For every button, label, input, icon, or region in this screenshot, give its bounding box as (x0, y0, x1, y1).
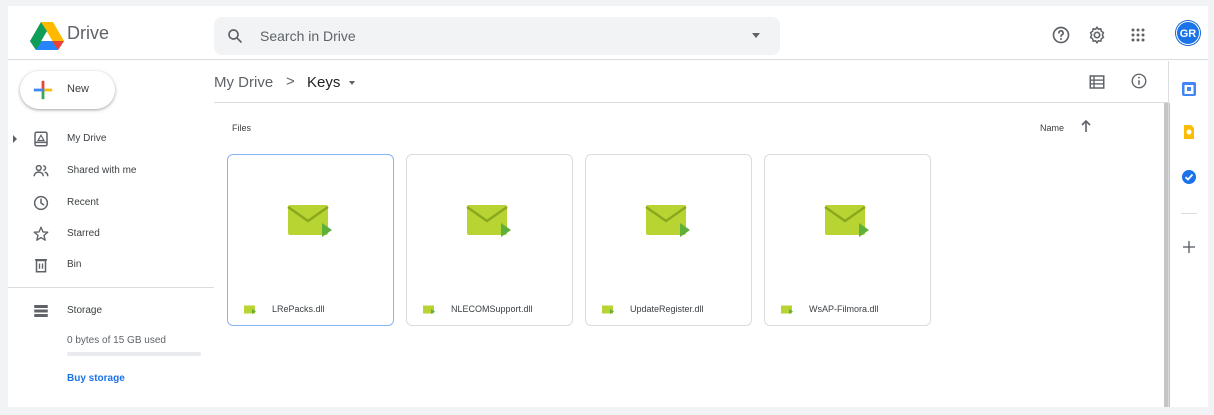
buy-storage-link[interactable]: Buy storage (67, 373, 125, 384)
sidebar-item-label: Recent (67, 197, 99, 208)
sidebar-item-label: Starred (67, 228, 100, 239)
expand-arrow-icon[interactable] (13, 135, 17, 143)
bin-icon (35, 259, 47, 273)
file-thumbnail (407, 155, 572, 287)
dll-file-icon (602, 305, 614, 314)
plus-icon (33, 80, 53, 100)
shared-icon (33, 164, 49, 177)
breadcrumb: My Drive > Keys (214, 61, 1168, 103)
sidebar-item-label: Bin (67, 259, 82, 270)
dll-file-large-icon (645, 205, 690, 237)
search-icon[interactable] (226, 27, 244, 45)
side-panel-rail (1168, 61, 1208, 407)
file-name: WsAP-Filmora.dll (809, 304, 879, 314)
sidebar-item-my-drive[interactable]: My Drive (8, 126, 208, 152)
file-name: NLECOMSupport.dll (451, 304, 533, 314)
storage-label: Storage (67, 305, 103, 316)
keep-icon[interactable] (1181, 124, 1197, 140)
list-view-icon[interactable] (1088, 74, 1106, 90)
gear-icon[interactable] (1087, 25, 1107, 45)
dll-file-icon (423, 305, 435, 314)
dll-file-large-icon (824, 205, 869, 237)
info-icon[interactable] (1130, 72, 1148, 90)
sort-ascending-arrow-icon[interactable] (1080, 119, 1092, 133)
tasks-icon[interactable] (1181, 169, 1197, 185)
dll-file-icon (781, 305, 793, 314)
file-card-nlecomsupport[interactable]: NLECOMSupport.dll (406, 154, 573, 326)
main-content: My Drive > Keys Files Name LRePacks.dll … (214, 61, 1170, 407)
storage-progress-bar (67, 352, 201, 356)
sidebar-item-storage[interactable]: Storage (8, 298, 208, 324)
sidebar-item-recent[interactable]: Recent (8, 190, 208, 216)
storage-icon (34, 305, 48, 317)
rail-divider (1181, 213, 1197, 214)
star-icon (33, 226, 49, 241)
breadcrumb-my-drive[interactable]: My Drive (214, 74, 273, 91)
file-name: UpdateRegister.dll (630, 304, 704, 314)
avatar[interactable]: GR (1176, 21, 1200, 45)
file-thumbnail (765, 155, 930, 287)
files-section-label: Files (232, 123, 252, 133)
sidebar-item-starred[interactable]: Starred (8, 221, 208, 247)
breadcrumb-separator: > (286, 73, 295, 90)
new-button-label: New (67, 83, 90, 95)
storage-usage-text: 0 bytes of 15 GB used (67, 335, 166, 346)
sidebar: New My Drive Shared with me Recent Starr… (8, 61, 214, 407)
my-drive-icon (34, 131, 48, 147)
apps-grid-icon[interactable] (1128, 25, 1148, 45)
folder-menu-chevron-down-icon[interactable] (349, 81, 355, 85)
sidebar-item-label: My Drive (67, 133, 107, 144)
calendar-icon[interactable] (1181, 81, 1197, 97)
drive-window: Drive GR (0, 0, 1214, 415)
search-bar[interactable] (214, 17, 780, 55)
brand-name[interactable]: Drive (67, 23, 109, 44)
dll-file-icon (244, 305, 256, 314)
dll-file-large-icon (287, 205, 332, 237)
dll-file-large-icon (466, 205, 511, 237)
sidebar-item-label: Shared with me (67, 165, 137, 176)
file-card-lrepacks[interactable]: LRePacks.dll (227, 154, 394, 326)
sidebar-divider (8, 287, 214, 288)
top-bar: Drive GR (8, 6, 1208, 60)
breadcrumb-current-folder[interactable]: Keys (307, 74, 340, 91)
sidebar-item-shared-with-me[interactable]: Shared with me (8, 158, 208, 184)
new-button[interactable]: New (20, 71, 115, 109)
sort-by-name-label[interactable]: Name (1040, 123, 1064, 133)
drive-logo-icon[interactable] (30, 21, 64, 51)
file-thumbnail (228, 155, 393, 287)
help-icon[interactable] (1051, 25, 1071, 45)
file-thumbnail (586, 155, 751, 287)
search-input[interactable] (260, 26, 720, 46)
clock-icon (33, 195, 49, 211)
sidebar-item-bin[interactable]: Bin (8, 252, 208, 278)
search-options-chevron-down-icon[interactable] (752, 33, 760, 38)
file-card-wsap-filmora[interactable]: WsAP-Filmora.dll (764, 154, 931, 326)
file-name: LRePacks.dll (272, 304, 325, 314)
file-card-updateregister[interactable]: UpdateRegister.dll (585, 154, 752, 326)
add-addon-plus-icon[interactable] (1181, 239, 1197, 255)
